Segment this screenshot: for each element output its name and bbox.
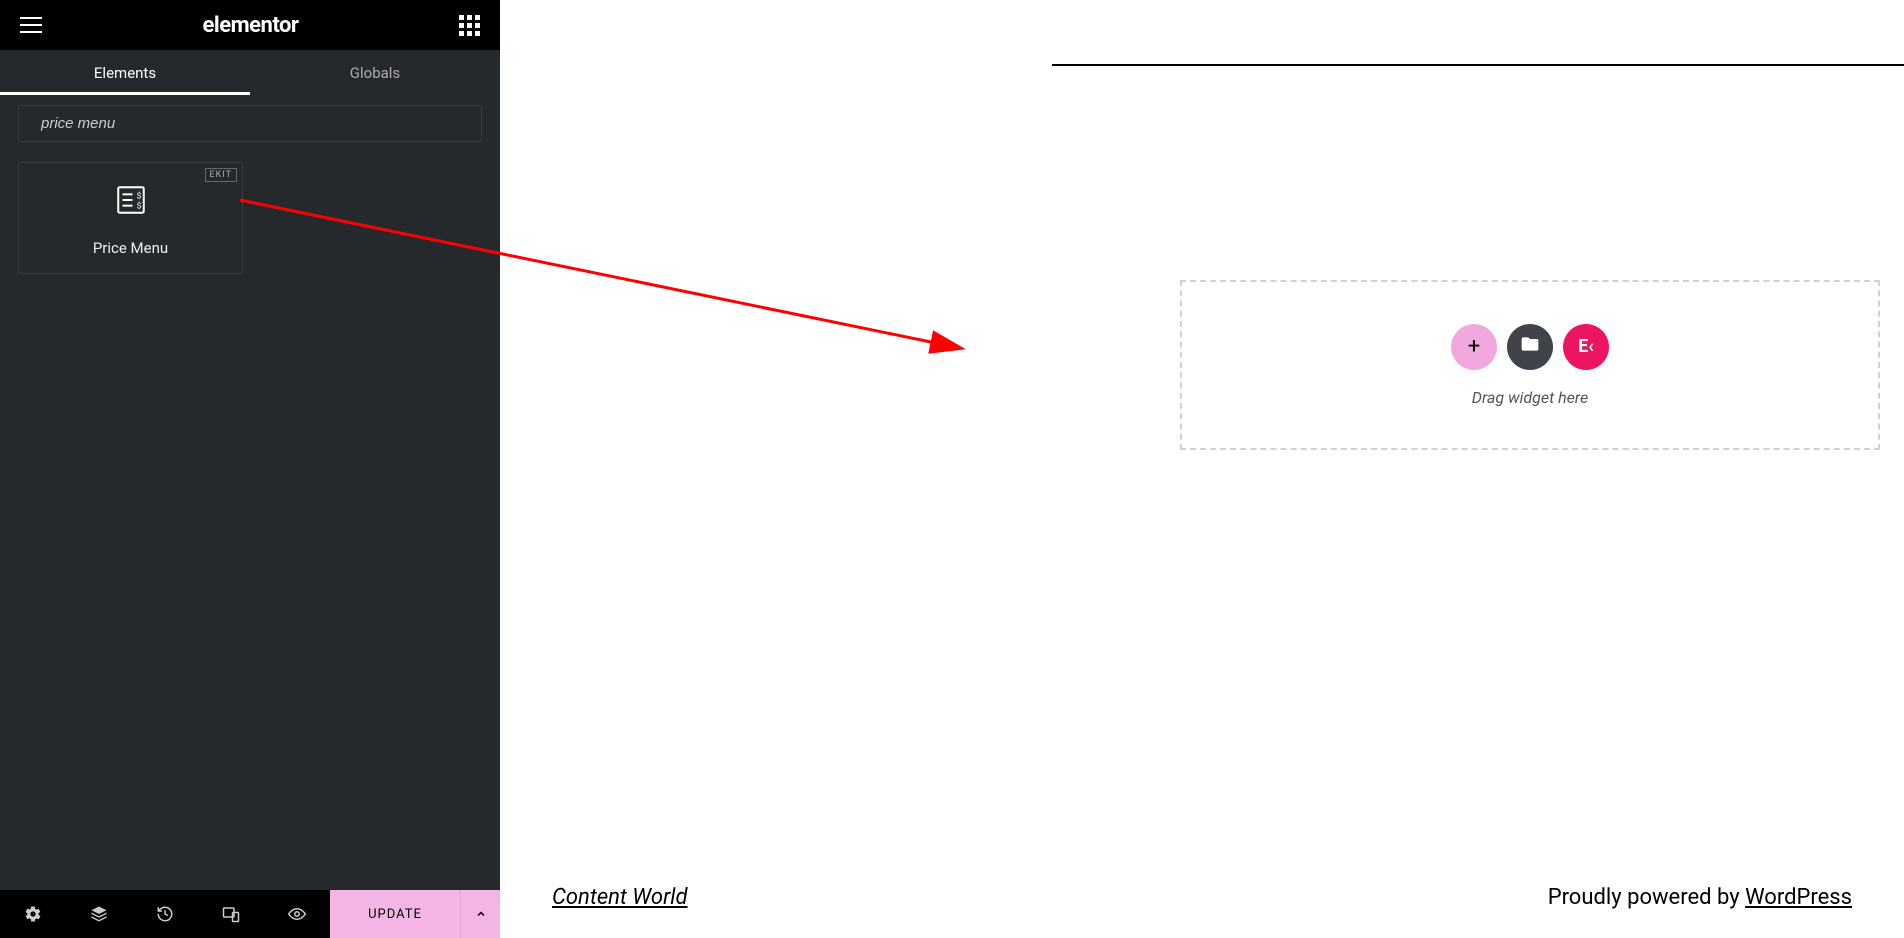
- elementor-logo: elementor: [203, 13, 299, 38]
- elementor-sidebar: elementor Elements Globals EKIT $ $: [0, 0, 500, 938]
- editor-canvas: + E‹ Drag widget here Content World Prou…: [500, 0, 1904, 938]
- widgets-area: EKIT $ $ Price Menu: [0, 152, 500, 890]
- panel-tabs: Elements Globals: [0, 50, 500, 95]
- drop-buttons: + E‹: [1451, 324, 1609, 370]
- plus-icon: +: [1468, 334, 1480, 359]
- svg-text:$: $: [136, 201, 141, 212]
- footer-icons: [0, 890, 330, 938]
- ekit-templates-button[interactable]: E‹: [1563, 324, 1609, 370]
- add-template-button[interactable]: [1507, 324, 1553, 370]
- search-input[interactable]: [41, 115, 469, 132]
- history-button[interactable]: [132, 890, 198, 938]
- sidebar-footer: UPDATE: [0, 890, 500, 938]
- update-group: UPDATE: [330, 890, 500, 938]
- update-options-button[interactable]: [460, 890, 500, 938]
- apps-grid-icon[interactable]: [459, 15, 480, 36]
- widget-badge: EKIT: [205, 168, 237, 182]
- svg-text:$: $: [136, 191, 141, 202]
- add-section-zone[interactable]: + E‹ Drag widget here: [1180, 280, 1880, 450]
- folder-icon: [1520, 334, 1540, 360]
- preview-button[interactable]: [264, 890, 330, 938]
- tab-elements[interactable]: Elements: [0, 50, 250, 95]
- footer-credit: Proudly powered by WordPress: [1548, 885, 1852, 910]
- tab-globals[interactable]: Globals: [250, 50, 500, 95]
- responsive-button[interactable]: [198, 890, 264, 938]
- wordpress-link[interactable]: WordPress: [1745, 885, 1852, 910]
- update-button[interactable]: UPDATE: [330, 890, 460, 938]
- site-title-link[interactable]: Content World: [552, 885, 688, 910]
- canvas-divider: [1052, 64, 1904, 66]
- search-wrap: [0, 95, 500, 152]
- menu-icon[interactable]: [20, 17, 42, 33]
- drop-hint-text: Drag widget here: [1472, 388, 1588, 407]
- search-box[interactable]: [18, 105, 482, 142]
- widget-label: Price Menu: [93, 239, 168, 257]
- footer-credit-text: Proudly powered by: [1548, 885, 1745, 910]
- page-footer: Content World Proudly powered by WordPre…: [552, 885, 1852, 910]
- widget-price-menu[interactable]: EKIT $ $ Price Menu: [18, 162, 243, 274]
- ekit-icon: E‹: [1578, 336, 1594, 357]
- navigator-button[interactable]: [66, 890, 132, 938]
- sidebar-header: elementor: [0, 0, 500, 50]
- settings-button[interactable]: [0, 890, 66, 938]
- price-menu-icon: $ $: [114, 183, 148, 221]
- add-section-button[interactable]: +: [1451, 324, 1497, 370]
